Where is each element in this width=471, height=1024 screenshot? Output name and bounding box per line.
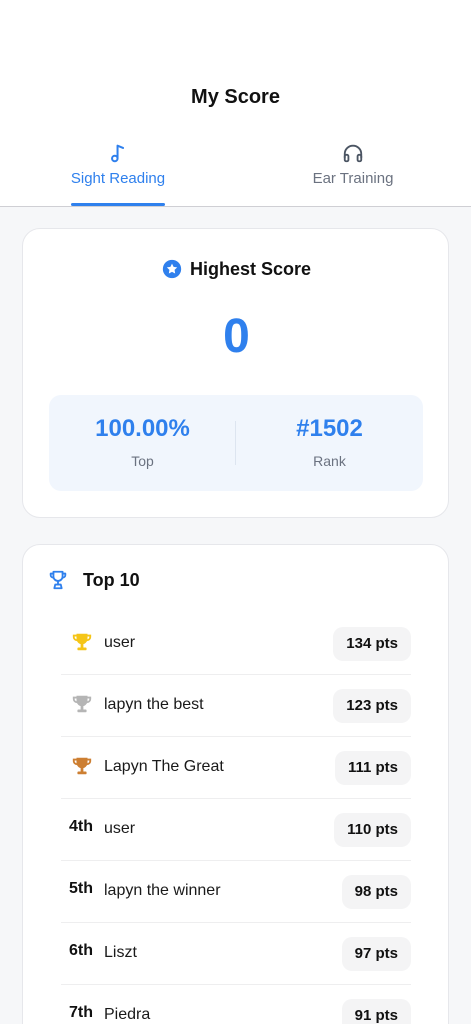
top10-heading: Top 10 xyxy=(47,569,140,591)
player-name: user xyxy=(104,634,136,651)
rank-position: 4th xyxy=(69,818,93,835)
leaderboard-row: user 134 pts xyxy=(61,613,411,675)
player-name: Liszt xyxy=(104,944,137,961)
rank-value: #1502 xyxy=(296,415,363,442)
bronze-trophy-icon xyxy=(72,757,92,775)
rank-position: 6th xyxy=(69,942,93,959)
music-note-icon xyxy=(111,144,125,163)
player-name: Lapyn The Great xyxy=(104,758,224,775)
leaderboard-row: 4th user 110 pts xyxy=(61,799,411,861)
leaderboard-row: 6th Liszt 97 pts xyxy=(61,923,411,985)
top-percent-label: Top xyxy=(131,453,154,469)
app-header: My Score Sight Reading Ear Training xyxy=(0,0,471,207)
trophy-icon xyxy=(49,570,67,590)
leaderboard-row: 7th Piedra 91 pts xyxy=(61,985,411,1024)
highest-score-title: Highest Score xyxy=(189,259,312,279)
gold-trophy-icon xyxy=(72,633,92,651)
tab-sight-reading-label: Sight Reading xyxy=(70,170,166,187)
rank-position: 7th xyxy=(69,1004,93,1021)
highest-score-value: 0 xyxy=(223,310,250,363)
highest-score-heading: Highest Score xyxy=(23,259,450,280)
highest-score-card: Highest Score 0 100.00% Top #1502 Rank xyxy=(22,228,449,518)
star-badge-icon xyxy=(162,259,182,279)
player-name: user xyxy=(104,820,136,837)
top10-title: Top 10 xyxy=(83,570,140,590)
silver-trophy-icon xyxy=(72,695,92,713)
rank-stat: #1502 Rank xyxy=(236,415,423,469)
player-name: Piedra xyxy=(104,1006,151,1023)
leaderboard-list: user 134 pts lapyn the best 123 pts Lapy… xyxy=(61,613,411,1024)
player-points-badge: 97 pts xyxy=(341,937,411,971)
player-name: lapyn the best xyxy=(104,696,204,713)
player-points-badge: 98 pts xyxy=(341,875,411,909)
player-points-badge: 111 pts xyxy=(334,751,411,785)
player-points-badge: 123 pts xyxy=(333,689,411,723)
top-percent-value: 100.00% xyxy=(95,415,190,442)
player-name: lapyn the winner xyxy=(104,882,221,899)
player-points-badge: 110 pts xyxy=(334,813,411,847)
tab-ear-training[interactable]: Ear Training xyxy=(278,142,428,187)
rank-position: 5th xyxy=(69,880,93,897)
page-title: My Score xyxy=(191,86,280,108)
main-content[interactable]: Highest Score 0 100.00% Top #1502 Rank T… xyxy=(0,207,471,1024)
leaderboard-row: lapyn the best 123 pts xyxy=(61,675,411,737)
player-points-badge: 134 pts xyxy=(333,627,411,661)
leaderboard-row: Lapyn The Great 111 pts xyxy=(61,737,411,799)
headphones-icon xyxy=(343,144,363,163)
player-points-badge: 91 pts xyxy=(341,999,411,1024)
tab-sight-reading[interactable]: Sight Reading xyxy=(43,142,193,187)
top10-card: Top 10 user 134 pts lapyn the best 123 p… xyxy=(22,544,449,1024)
top-percent-stat: 100.00% Top xyxy=(49,415,236,469)
rank-label: Rank xyxy=(313,453,346,469)
leaderboard-row: 5th lapyn the winner 98 pts xyxy=(61,861,411,923)
score-stats: 100.00% Top #1502 Rank xyxy=(49,395,423,491)
tab-ear-training-label: Ear Training xyxy=(312,170,394,187)
